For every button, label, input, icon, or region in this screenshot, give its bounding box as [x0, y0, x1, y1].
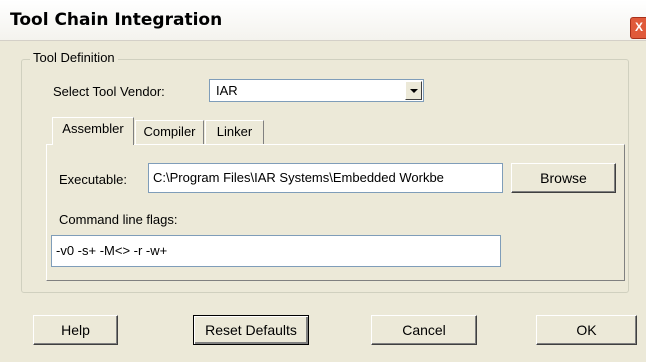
flags-field[interactable]: -v0 -s+ -M<> -r -w+	[51, 235, 501, 267]
flags-label: Command line flags:	[59, 212, 178, 227]
chevron-down-icon[interactable]	[405, 81, 422, 100]
executable-label: Executable:	[59, 172, 127, 187]
executable-field[interactable]: C:\Program Files\IAR Systems\Embedded Wo…	[148, 163, 503, 193]
cancel-button[interactable]: Cancel	[371, 315, 477, 345]
close-icon[interactable]: X	[630, 17, 646, 39]
tab-assembler[interactable]: Assembler	[52, 117, 134, 145]
browse-button[interactable]: Browse	[511, 163, 616, 193]
vendor-select-value: IAR	[216, 83, 238, 98]
title-bar[interactable]: Tool Chain Integration X	[0, 0, 646, 41]
group-legend: Tool Definition	[30, 50, 118, 65]
help-button[interactable]: Help	[33, 315, 118, 345]
tab-linker[interactable]: Linker	[205, 120, 264, 144]
reset-defaults-button[interactable]: Reset Defaults	[193, 315, 309, 345]
window-title: Tool Chain Integration	[10, 10, 223, 30]
vendor-select[interactable]: IAR	[209, 79, 424, 102]
vendor-label: Select Tool Vendor:	[53, 84, 165, 99]
ok-button[interactable]: OK	[536, 315, 637, 345]
tab-compiler[interactable]: Compiler	[135, 120, 204, 144]
tool-chain-dialog: Tool Chain Integration X Tool Definition…	[0, 0, 646, 362]
